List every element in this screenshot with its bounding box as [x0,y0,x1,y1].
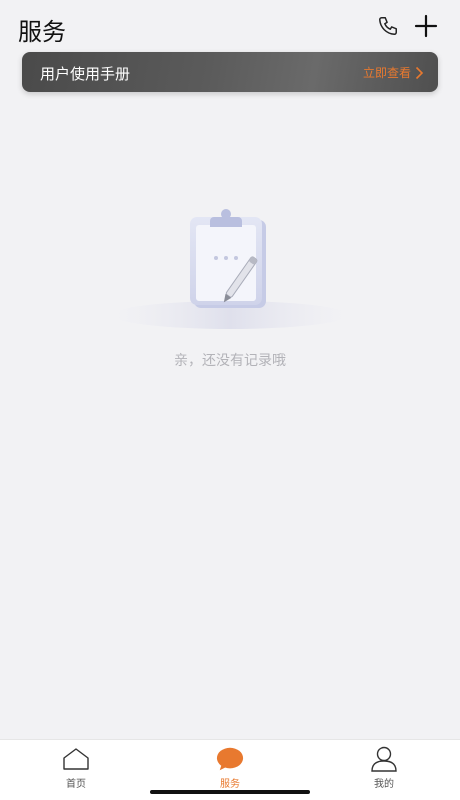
home-indicator [150,790,310,794]
bottom-tab-bar: 首页 服务 我的 [0,739,460,800]
empty-state-message: 亲，还没有记录哦 [174,353,286,369]
tab-mine-label: 我的 [374,779,394,790]
tab-home[interactable]: 首页 [26,746,126,792]
view-now-link[interactable]: 立即查看 [363,64,424,81]
plus-icon[interactable] [412,12,440,40]
tab-home-label: 首页 [66,779,86,790]
banner-title: 用户使用手册 [40,65,131,83]
home-icon [62,746,90,772]
phone-icon[interactable] [374,12,402,40]
user-icon [370,746,398,772]
chevron-right-icon [415,66,424,79]
page-title: 服务 [18,18,66,46]
view-now-label: 立即查看 [362,66,411,80]
tab-mine[interactable]: 我的 [334,746,434,792]
chat-bubble-icon [216,746,244,772]
user-manual-banner[interactable]: 用户使用手册 立即查看 [22,52,438,92]
tab-service[interactable]: 服务 [180,746,280,792]
tab-service-label: 服务 [220,779,240,790]
empty-clipboard-illustration [110,205,350,335]
app-header: 服务 [0,0,460,50]
